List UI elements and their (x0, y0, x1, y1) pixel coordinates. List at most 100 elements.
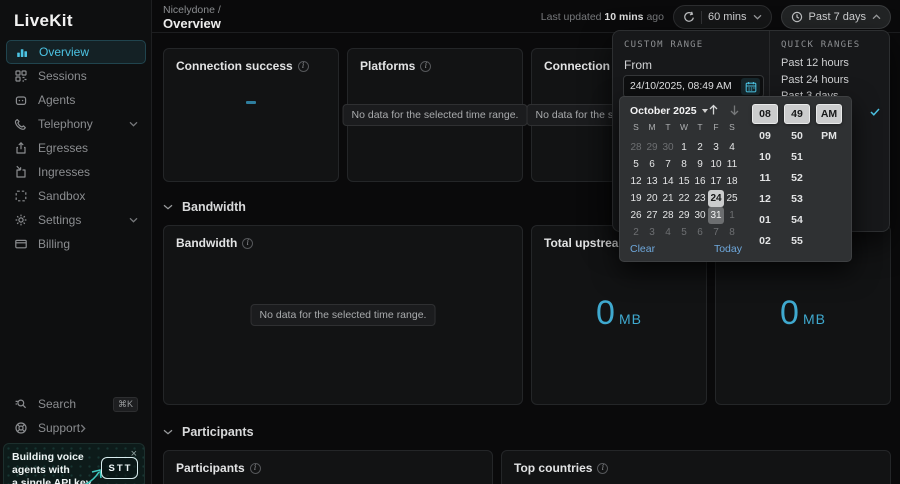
sidebar-item-sessions[interactable]: Sessions (6, 64, 146, 88)
sidebar-item-settings[interactable]: Settings (6, 208, 146, 232)
meridiem-option[interactable]: AM (816, 104, 842, 124)
calendar-day[interactable]: 3 (708, 139, 724, 156)
calendar-day[interactable]: 30 (692, 207, 708, 224)
sidebar-item-overview[interactable]: Overview (6, 40, 146, 64)
calendar-day[interactable]: 2 (692, 139, 708, 156)
hour-option[interactable]: 01 (752, 210, 778, 231)
calendar-day[interactable]: 29 (676, 207, 692, 224)
info-icon[interactable]: i (297, 60, 309, 72)
livekit-logo[interactable]: LiveKit (14, 11, 73, 31)
calendar-day[interactable]: 5 (628, 156, 644, 173)
hour-option[interactable]: 02 (752, 231, 778, 252)
calendar-day[interactable]: 10 (708, 156, 724, 173)
hour-column: 08 09 10 11 12 01 02 (752, 104, 778, 252)
calendar-day[interactable]: 3 (644, 224, 660, 241)
calendar-day[interactable]: 20 (644, 190, 660, 207)
calendar-day[interactable]: 6 (644, 156, 660, 173)
calendar-day[interactable]: 30 (660, 139, 676, 156)
calendar-day[interactable]: 15 (676, 173, 692, 190)
quick-range-option[interactable]: Past 24 hours (770, 71, 890, 87)
last-updated-text: Last updated 10 mins ago (540, 11, 664, 23)
calendar-day[interactable]: 25 (724, 190, 740, 207)
minute-option[interactable]: 54 (784, 210, 810, 231)
calendar-day[interactable]: 11 (724, 156, 740, 173)
calendar-day[interactable]: 18 (724, 173, 740, 190)
calendar-day[interactable]: 1 (724, 207, 740, 224)
calendar-day[interactable]: 31 (708, 207, 724, 224)
breadcrumb[interactable]: Nicelydone / (163, 4, 221, 16)
calendar-day[interactable]: 6 (692, 224, 708, 241)
from-datetime-input[interactable] (630, 81, 741, 92)
calendar-day[interactable]: 8 (724, 224, 740, 241)
next-month-arrow-down[interactable] (725, 101, 743, 119)
bandwidth-section-header[interactable]: Bandwidth (163, 200, 246, 214)
calendar-day[interactable]: 29 (644, 139, 660, 156)
hour-option[interactable]: 12 (752, 189, 778, 210)
calendar-day[interactable]: 27 (644, 207, 660, 224)
calendar-day[interactable]: 19 (628, 190, 644, 207)
calendar-day[interactable]: 22 (676, 190, 692, 207)
prev-month-arrow-up[interactable] (704, 101, 722, 119)
minute-option[interactable]: 49 (784, 104, 810, 124)
today-button[interactable]: Today (714, 243, 742, 255)
sidebar-item-telephony[interactable]: Telephony (6, 112, 146, 136)
weekday-label: S (633, 122, 639, 132)
dashed-box-icon (14, 189, 28, 203)
hour-option[interactable]: 10 (752, 147, 778, 168)
month-selector[interactable]: October 2025 (630, 103, 708, 119)
sidebar-item-ingresses[interactable]: Ingresses (6, 160, 146, 184)
calendar-icon[interactable] (741, 78, 760, 95)
calendar-day[interactable]: 16 (692, 173, 708, 190)
info-icon[interactable]: i (242, 237, 254, 249)
hour-option[interactable]: 09 (752, 126, 778, 147)
sidebar-item-agents[interactable]: Agents (6, 88, 146, 112)
refresh-icon[interactable] (683, 11, 695, 23)
search-button[interactable]: Search ⌘K (6, 392, 146, 416)
meridiem-option[interactable]: PM (816, 126, 842, 147)
minute-option[interactable]: 52 (784, 168, 810, 189)
calendar-day[interactable]: 7 (660, 156, 676, 173)
time-range-button[interactable]: Past 7 days (780, 5, 891, 29)
minute-option[interactable]: 55 (784, 231, 810, 252)
minute-option[interactable]: 51 (784, 147, 810, 168)
support-button[interactable]: Support (6, 416, 146, 440)
minute-option[interactable]: 53 (784, 189, 810, 210)
calendar-day[interactable]: 5 (676, 224, 692, 241)
clear-button[interactable]: Clear (630, 243, 655, 255)
calendar-day[interactable]: 17 (708, 173, 724, 190)
calendar-day[interactable]: 14 (660, 173, 676, 190)
sidebar-item-sandbox[interactable]: Sandbox (6, 184, 146, 208)
refresh-interval-button[interactable]: 60 mins (672, 5, 772, 29)
calendar-day[interactable]: 26 (628, 207, 644, 224)
sidebar-item-egresses[interactable]: Egresses (6, 136, 146, 160)
calendar-day[interactable]: 8 (676, 156, 692, 173)
quick-range-option[interactable]: Past 12 hours (770, 55, 890, 71)
participants-section-header[interactable]: Participants (163, 425, 254, 439)
calendar-day[interactable]: 12 (628, 173, 644, 190)
calendar-day[interactable]: 21 (660, 190, 676, 207)
calendar-day[interactable]: 4 (660, 224, 676, 241)
calendar-day[interactable]: 24 (708, 190, 724, 207)
hour-option[interactable]: 08 (752, 104, 778, 124)
chevron-down-icon (163, 429, 173, 435)
stt-badge-button[interactable]: STT (101, 457, 138, 479)
calendar-day[interactable]: 2 (628, 224, 644, 241)
from-label: From (624, 58, 652, 72)
info-icon[interactable]: i (597, 462, 609, 474)
calendar-day[interactable]: 28 (628, 139, 644, 156)
info-icon[interactable]: i (420, 60, 432, 72)
hour-option[interactable]: 11 (752, 168, 778, 189)
calendar-day[interactable]: 1 (676, 139, 692, 156)
calendar-day[interactable]: 7 (708, 224, 724, 241)
calendar-day[interactable]: 13 (644, 173, 660, 190)
quick-ranges-label: QUICK RANGES (781, 40, 861, 50)
minute-option[interactable]: 50 (784, 126, 810, 147)
calendar-day[interactable]: 28 (660, 207, 676, 224)
metric-value: 0 MB (596, 293, 642, 332)
info-icon[interactable]: i (249, 462, 261, 474)
sidebar-item-billing[interactable]: Billing (6, 232, 146, 256)
check-icon (870, 108, 880, 117)
calendar-day[interactable]: 23 (692, 190, 708, 207)
calendar-day[interactable]: 9 (692, 156, 708, 173)
calendar-day[interactable]: 4 (724, 139, 740, 156)
